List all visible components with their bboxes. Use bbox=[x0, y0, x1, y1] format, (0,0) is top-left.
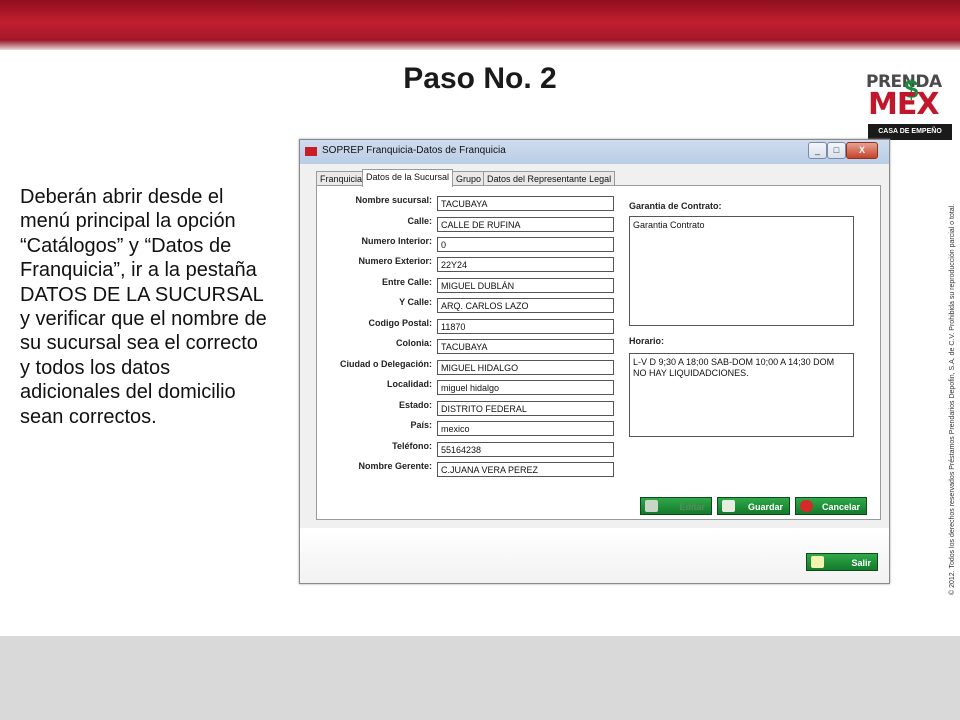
guardar-button[interactable]: Guardar bbox=[717, 497, 790, 515]
label-codigo-postal: Codigo Postal: bbox=[368, 318, 433, 328]
tab-grupo[interactable]: Grupo bbox=[452, 171, 486, 186]
textarea-garantia-contrato[interactable]: Garantia Contrato bbox=[629, 216, 854, 326]
label-nombre-gerente: Nombre Gerente: bbox=[358, 461, 432, 471]
input-colonia[interactable]: TACUBAYA bbox=[437, 339, 614, 354]
sucursal-panel: Nombre sucursal: TACUBAYA Calle: CALLE D… bbox=[316, 185, 881, 520]
input-nombre-sucursal[interactable]: TACUBAYA bbox=[437, 196, 614, 211]
input-ciudad-delegacion[interactable]: MIGUEL HIDALGO bbox=[437, 360, 614, 375]
cancelar-button[interactable]: Cancelar bbox=[795, 497, 867, 515]
input-nombre-gerente[interactable]: C.JUANA VERA PEREZ bbox=[437, 462, 614, 477]
maximize-button[interactable]: □ bbox=[827, 142, 846, 159]
slide-title: Paso No. 2 bbox=[403, 62, 557, 95]
logo-line2: MEX bbox=[868, 87, 939, 122]
logo-tagline: CASA DE EMPEÑO bbox=[868, 124, 952, 140]
tab-franquicia[interactable]: Franquicia bbox=[316, 171, 367, 186]
tab-representante-legal[interactable]: Datos del Representante Legal bbox=[483, 171, 616, 186]
input-estado[interactable]: DISTRITO FEDERAL bbox=[437, 401, 614, 416]
label-entre-calle: Entre Calle: bbox=[381, 277, 432, 287]
label-ciudad-delegacion: Ciudad o Delegación: bbox=[339, 359, 432, 369]
input-numero-exterior[interactable]: 22Y24 bbox=[437, 257, 614, 272]
input-codigo-postal[interactable]: 11870 bbox=[437, 319, 614, 334]
label-colonia: Colonia: bbox=[396, 338, 432, 348]
label-localidad: Localidad: bbox=[386, 379, 432, 389]
exit-door-icon bbox=[811, 556, 824, 568]
editar-button[interactable]: Editar bbox=[640, 497, 712, 515]
label-nombre-sucursal: Nombre sucursal: bbox=[355, 195, 432, 205]
input-entre-calle[interactable]: MIGUEL DUBLÁN bbox=[437, 278, 614, 293]
label-calle: Calle: bbox=[407, 216, 432, 226]
input-pais[interactable]: mexico bbox=[437, 421, 614, 436]
franquicia-window: SOPREP Franquicia-Datos de Franquicia _ … bbox=[299, 139, 890, 584]
input-y-calle[interactable]: ARQ. CARLOS LAZO bbox=[437, 298, 614, 313]
window-title: SOPREP Franquicia-Datos de Franquicia bbox=[322, 145, 506, 156]
input-numero-interior[interactable]: 0 bbox=[437, 237, 614, 252]
textarea-horario[interactable]: L-V D 9;30 A 18;00 SAB-DOM 10;00 A 14;30… bbox=[629, 353, 854, 437]
label-y-calle: Y Calle: bbox=[399, 297, 432, 307]
label-numero-exterior: Numero Exterior: bbox=[358, 256, 432, 266]
minimize-button[interactable]: _ bbox=[808, 142, 827, 159]
close-button[interactable]: X bbox=[846, 142, 878, 159]
window-titlebar[interactable]: SOPREP Franquicia-Datos de Franquicia _ … bbox=[300, 140, 889, 164]
label-numero-interior: Numero Interior: bbox=[361, 236, 432, 246]
window-footer bbox=[300, 528, 889, 583]
slide-footer-bar bbox=[0, 636, 960, 720]
label-horario: Horario: bbox=[629, 336, 665, 346]
save-icon bbox=[722, 500, 735, 512]
input-localidad[interactable]: miguel hidalgo bbox=[437, 380, 614, 395]
input-telefono[interactable]: 55164238 bbox=[437, 442, 614, 457]
label-garantia-contrato: Garantia de Contrato: bbox=[629, 201, 722, 211]
prendamex-logo: PRENDA $ MEX CASA DE EMPEÑO bbox=[866, 72, 954, 140]
cancel-icon bbox=[800, 500, 813, 512]
copyright-notice: © 2012. Todos los derechos reservados Pr… bbox=[949, 203, 956, 595]
input-calle[interactable]: CALLE DE RUFINA bbox=[437, 217, 614, 232]
edit-icon bbox=[645, 500, 658, 512]
label-telefono: Teléfono: bbox=[392, 441, 432, 451]
app-icon bbox=[305, 147, 317, 156]
label-pais: País: bbox=[410, 420, 432, 430]
slide-header-bar bbox=[0, 0, 960, 50]
tab-datos-sucursal[interactable]: Datos de la Sucursal bbox=[362, 169, 454, 187]
label-estado: Estado: bbox=[398, 400, 432, 410]
salir-button[interactable]: Salir bbox=[806, 553, 878, 571]
instruction-text: Deberán abrir desde el menú principal la… bbox=[20, 186, 267, 428]
